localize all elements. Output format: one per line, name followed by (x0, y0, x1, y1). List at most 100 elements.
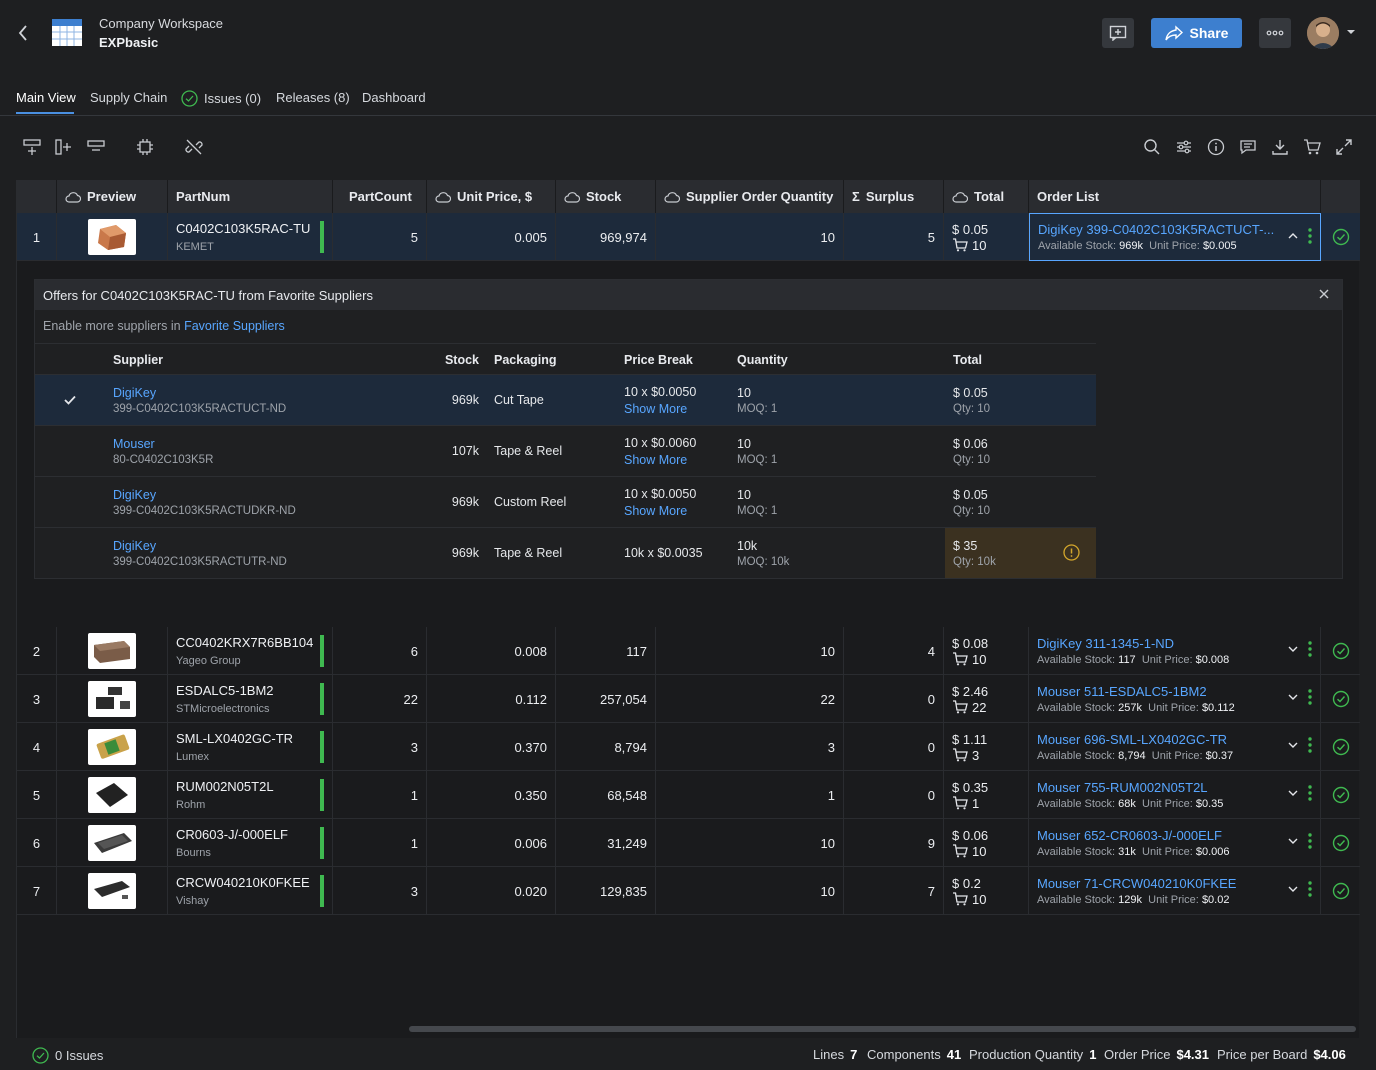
chevron-down-icon[interactable] (1288, 885, 1298, 893)
table-row[interactable]: 5 RUM002N05T2L Rohm 1 0.350 68,548 1 0 $… (17, 771, 1360, 819)
surplus-cell[interactable]: 0 (844, 771, 944, 819)
stock-cell[interactable]: 68,548 (556, 771, 656, 819)
show-more-link[interactable]: Show More (624, 402, 696, 416)
tab-main-view[interactable]: Main View (16, 90, 76, 105)
soq-cell[interactable]: 3 (656, 723, 844, 771)
delete-row-icon[interactable] (85, 136, 107, 158)
header-partnum[interactable]: PartNum (168, 180, 333, 213)
order-link[interactable]: Mouser 652-CR0603-J/-000ELF (1037, 828, 1222, 843)
preview-cell[interactable] (57, 771, 168, 819)
chevron-down-icon[interactable] (1288, 837, 1298, 845)
stock-cell[interactable]: 8,794 (556, 723, 656, 771)
surplus-cell[interactable]: 4 (844, 627, 944, 675)
surplus-cell[interactable]: 5 (844, 213, 944, 261)
partnum-cell[interactable]: CR0603-J/-000ELF Bourns (168, 819, 333, 867)
preview-cell[interactable] (57, 675, 168, 723)
total-cell[interactable]: $ 0.06 10 (944, 819, 1029, 867)
partnum-cell[interactable]: C0402C103K5RAC-TU KEMET (168, 213, 333, 261)
stock-cell[interactable]: 31,249 (556, 819, 656, 867)
partnum-cell[interactable]: CRCW040210K0FKEE Vishay (168, 867, 333, 915)
fullscreen-icon[interactable] (1333, 136, 1355, 158)
preview-cell[interactable] (57, 213, 168, 261)
table-row[interactable]: 2 CC0402KRX7R6BB104 Yageo Group 6 0.008 … (17, 627, 1360, 675)
order-list-cell[interactable]: DigiKey 311-1345-1-ND Available Stock: 1… (1029, 627, 1321, 675)
kebab-menu-icon[interactable] (1308, 881, 1312, 897)
kebab-menu-icon[interactable] (1308, 737, 1312, 753)
order-link[interactable]: Mouser 71-CRCW040210K0FKEE (1037, 876, 1236, 891)
share-button[interactable]: Share (1151, 18, 1242, 48)
close-icon[interactable] (1318, 288, 1330, 300)
offer-row[interactable]: Mouser 80-C0402C103K5R 107k Tape & Reel … (35, 426, 1096, 477)
supplier-link[interactable]: DigiKey (113, 488, 296, 502)
surplus-cell[interactable]: 0 (844, 675, 944, 723)
unit-price-cell[interactable]: 0.020 (427, 867, 556, 915)
download-icon[interactable] (1269, 136, 1291, 158)
header-surplus[interactable]: Σ Surplus (844, 180, 944, 213)
supplier-link[interactable]: DigiKey (113, 539, 287, 553)
chevron-up-icon[interactable] (1288, 232, 1298, 240)
cart-icon[interactable] (1301, 136, 1323, 158)
order-list-cell[interactable]: Mouser 652-CR0603-J/-000ELF Available St… (1029, 819, 1321, 867)
partcount-cell[interactable]: 5 (341, 213, 427, 261)
preview-cell[interactable] (57, 819, 168, 867)
favorite-suppliers-link[interactable]: Favorite Suppliers (184, 319, 285, 333)
order-link[interactable]: Mouser 511-ESDALC5-1BM2 (1037, 684, 1207, 699)
header-partcount[interactable]: PartCount (341, 180, 427, 213)
total-cell[interactable]: $ 0.08 10 (944, 627, 1029, 675)
partcount-cell[interactable]: 3 (341, 723, 427, 771)
chevron-down-icon[interactable] (1288, 741, 1298, 749)
table-row[interactable]: 7 CRCW040210K0FKEE Vishay 3 0.020 129,83… (17, 867, 1360, 915)
table-row[interactable]: 3 ESDALC5-1BM2 STMicroelectronics 22 0.1… (17, 675, 1360, 723)
partcount-cell[interactable]: 1 (341, 771, 427, 819)
header-order-list[interactable]: Order List (1029, 180, 1321, 213)
kebab-menu-icon[interactable] (1308, 689, 1312, 705)
chevron-down-icon[interactable] (1288, 789, 1298, 797)
offer-row[interactable]: DigiKey 399-C0402C103K5RACTUTR-ND 969k T… (35, 528, 1096, 579)
soq-cell[interactable]: 10 (656, 627, 844, 675)
total-cell[interactable]: $ 2.46 22 (944, 675, 1029, 723)
order-list-cell[interactable]: Mouser 755-RUM002N05T2L Available Stock:… (1029, 771, 1321, 819)
soq-cell[interactable]: 10 (656, 213, 844, 261)
partnum-cell[interactable]: ESDALC5-1BM2 STMicroelectronics (168, 675, 333, 723)
header-stock[interactable]: Stock (556, 180, 656, 213)
unit-price-cell[interactable]: 0.008 (427, 627, 556, 675)
insert-row-icon[interactable] (21, 136, 43, 158)
tab-releases[interactable]: Releases (8) (276, 90, 350, 105)
total-cell[interactable]: $ 0.35 1 (944, 771, 1029, 819)
unit-price-cell[interactable]: 0.370 (427, 723, 556, 771)
comments-icon[interactable] (1237, 136, 1259, 158)
issues-status[interactable]: 0 Issues (32, 1047, 103, 1064)
preview-cell[interactable] (57, 723, 168, 771)
order-link[interactable]: Mouser 696-SML-LX0402GC-TR (1037, 732, 1227, 747)
order-link[interactable]: Mouser 755-RUM002N05T2L (1037, 780, 1208, 795)
preview-cell[interactable] (57, 867, 168, 915)
order-list-cell[interactable]: DigiKey 399-C0402C103K5RACTUCT-... Avail… (1029, 213, 1321, 261)
total-cell[interactable]: $ 1.11 3 (944, 723, 1029, 771)
total-cell[interactable]: $ 0.2 10 (944, 867, 1029, 915)
order-link[interactable]: DigiKey 399-C0402C103K5RACTUCT-... (1038, 222, 1274, 237)
chevron-down-icon[interactable] (1288, 645, 1298, 653)
total-cell[interactable]: $ 0.05 10 (944, 213, 1029, 261)
order-list-cell[interactable]: Mouser 71-CRCW040210K0FKEE Available Sto… (1029, 867, 1321, 915)
show-more-link[interactable]: Show More (624, 453, 696, 467)
search-icon[interactable] (1141, 136, 1163, 158)
more-button[interactable] (1259, 18, 1291, 48)
partcount-cell[interactable]: 22 (341, 675, 427, 723)
order-list-cell[interactable]: Mouser 696-SML-LX0402GC-TR Available Sto… (1029, 723, 1321, 771)
tab-supply-chain[interactable]: Supply Chain (90, 90, 167, 105)
tab-issues[interactable]: Issues (0) (181, 90, 261, 107)
header-supplier-order-quantity[interactable]: Supplier Order Quantity (656, 180, 844, 213)
filter-settings-icon[interactable] (1173, 136, 1195, 158)
offer-row[interactable]: DigiKey 399-C0402C103K5RACTUDKR-ND 969k … (35, 477, 1096, 528)
preview-cell[interactable] (57, 627, 168, 675)
chevron-down-icon[interactable] (1346, 28, 1356, 36)
order-list-cell[interactable]: Mouser 511-ESDALC5-1BM2 Available Stock:… (1029, 675, 1321, 723)
header-unit-price[interactable]: Unit Price, $ (427, 180, 556, 213)
show-more-link[interactable]: Show More (624, 504, 696, 518)
unit-price-cell[interactable]: 0.112 (427, 675, 556, 723)
partnum-cell[interactable]: RUM002N05T2L Rohm (168, 771, 333, 819)
info-icon[interactable] (1205, 136, 1227, 158)
kebab-menu-icon[interactable] (1308, 833, 1312, 849)
surplus-cell[interactable]: 7 (844, 867, 944, 915)
stock-cell[interactable]: 129,835 (556, 867, 656, 915)
